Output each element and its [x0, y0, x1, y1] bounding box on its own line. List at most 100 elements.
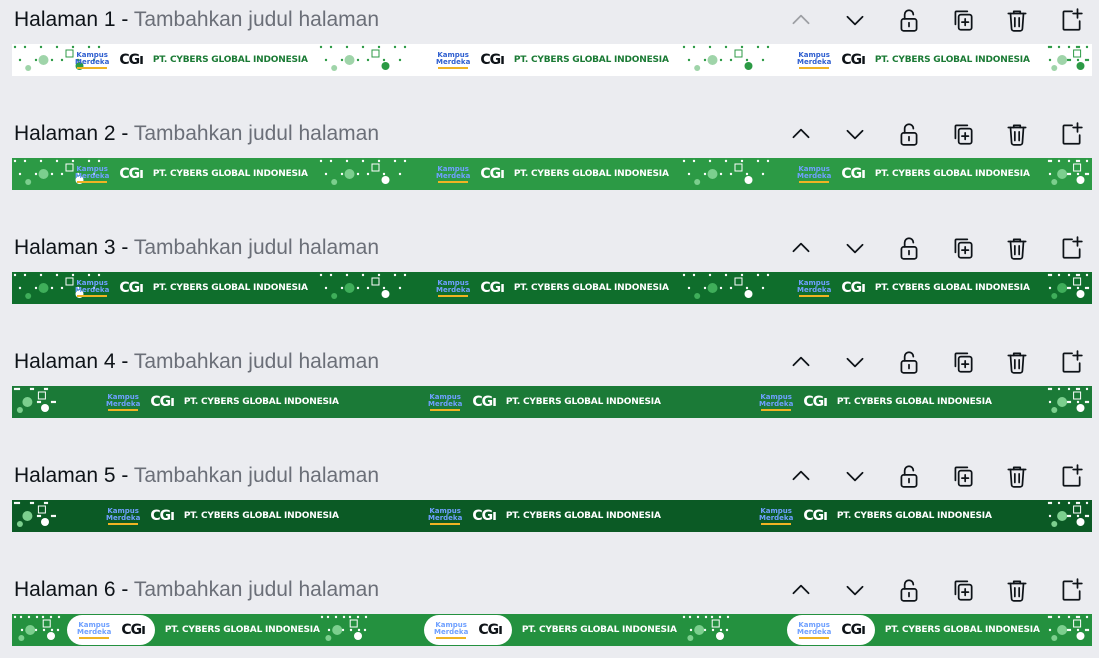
cgi-logo: CGı — [119, 166, 144, 182]
page-title-placeholder[interactable]: Tambahkan judul halaman — [134, 236, 379, 259]
kampus-merdeka-logo: Kampus Merdeka — [428, 393, 462, 411]
page-title[interactable]: Halaman 3 - Tambahkan judul halaman — [14, 234, 379, 262]
chevron-up-icon — [788, 121, 814, 147]
decoration-graphic — [1046, 614, 1092, 646]
company-name: PT. CYBERS GLOBAL INDONESIA — [513, 55, 669, 65]
page-title[interactable]: Halaman 5 - Tambahkan judul halaman — [14, 462, 379, 490]
brand-segment: Kampus Merdeka CGı PT. CYBERS GLOBAL INDONE… — [759, 386, 992, 418]
move-page-down-button[interactable] — [837, 458, 873, 494]
kampus-merdeka-logo: Kampus Merdeka — [436, 51, 470, 69]
company-name: PT. CYBERS GLOBAL INDONESIA — [513, 283, 669, 293]
add-page-button[interactable] — [1053, 572, 1089, 608]
page-header: Halaman 1 - Tambahkan judul halaman — [0, 0, 1099, 40]
page-title-placeholder[interactable]: Tambahkan judul halaman — [134, 122, 379, 145]
kampus-merdeka-logo: Kampus Merdeka — [77, 621, 111, 639]
kampus-merdeka-logo: Kampus Merdeka — [75, 51, 109, 69]
company-name: PT. CYBERS GLOBAL INDONESIA — [152, 169, 308, 179]
duplicate-page-button[interactable] — [945, 116, 981, 152]
duplicate-page-button[interactable] — [945, 572, 981, 608]
lock-page-button[interactable] — [891, 116, 927, 152]
page-title[interactable]: Halaman 2 - Tambahkan judul halaman — [14, 120, 379, 148]
add-page-icon — [1058, 121, 1084, 147]
cgi-logo: CGı — [121, 622, 146, 638]
move-page-down-button[interactable] — [837, 230, 873, 266]
chevron-up-icon — [788, 577, 814, 603]
brand-segment: Kampus Merdeka CGı PT. CYBERS GLOBAL INDONE… — [75, 158, 308, 190]
page-title-placeholder[interactable]: Tambahkan judul halaman — [134, 8, 379, 31]
company-name: PT. CYBERS GLOBAL INDONESIA — [874, 169, 1030, 179]
decoration-graphic — [318, 272, 408, 304]
brand-segment: Kampus Merdeka CGı PT. CYBERS GLOBAL INDONE… — [436, 44, 669, 76]
delete-page-button[interactable] — [999, 458, 1035, 494]
lock-page-button[interactable] — [891, 230, 927, 266]
delete-page-button[interactable] — [999, 2, 1035, 38]
page-title[interactable]: Halaman 4 - Tambahkan judul halaman — [14, 348, 379, 376]
decoration-graphic — [12, 614, 68, 646]
lock-page-button[interactable] — [891, 572, 927, 608]
brand-segment: Kampus Merdeka CGı PT. CYBERS GLOBAL INDONE… — [67, 614, 320, 646]
page-title-placeholder[interactable]: Tambahkan judul halaman — [134, 350, 379, 373]
kampus-merdeka-logo: Kampus Merdeka — [797, 165, 831, 183]
delete-page-button[interactable] — [999, 116, 1035, 152]
lock-page-button[interactable] — [891, 458, 927, 494]
move-page-up-button[interactable] — [783, 344, 819, 380]
duplicate-page-button[interactable] — [945, 230, 981, 266]
page-thumbnail-banner[interactable]: Kampus Merdeka CGı PT. CYBERS GLOBAL INDONE… — [12, 386, 1092, 418]
page-title-placeholder[interactable]: Tambahkan judul halaman — [134, 578, 379, 601]
cgi-logo: CGı — [150, 394, 175, 410]
add-page-button[interactable] — [1053, 458, 1089, 494]
move-page-down-button[interactable] — [837, 116, 873, 152]
move-page-down-button[interactable] — [837, 572, 873, 608]
cgi-logo: CGı — [841, 52, 866, 68]
move-page-up-button[interactable] — [783, 572, 819, 608]
move-page-down-button[interactable] — [837, 2, 873, 38]
move-page-up-button[interactable] — [783, 458, 819, 494]
page-title-placeholder[interactable]: Tambahkan judul halaman — [134, 464, 379, 487]
lock-page-button[interactable] — [891, 344, 927, 380]
chevron-up-icon — [788, 7, 814, 33]
page-title-separator: - — [121, 236, 129, 259]
decoration-graphic — [12, 500, 58, 532]
cgi-logo: CGı — [119, 280, 144, 296]
page-number: Halaman 2 — [14, 122, 116, 145]
brand-segment: Kampus Merdeka CGı PT. CYBERS GLOBAL INDONE… — [75, 44, 308, 76]
move-page-up-button[interactable] — [783, 116, 819, 152]
page-thumbnail-banner[interactable]: Kampus Merdeka CGı PT. CYBERS GLOBAL INDONE… — [12, 614, 1092, 646]
move-page-up-button[interactable] — [783, 230, 819, 266]
cgi-logo: CGı — [841, 622, 866, 638]
page-thumbnail-banner[interactable]: Kampus Merdeka CGı PT. CYBERS GLOBAL INDONE… — [12, 500, 1092, 532]
company-name: PT. CYBERS GLOBAL INDONESIA — [874, 55, 1030, 65]
delete-page-button[interactable] — [999, 344, 1035, 380]
lock-page-button[interactable] — [891, 2, 927, 38]
lock-icon — [896, 463, 922, 489]
company-name: PT. CYBERS GLOBAL INDONESIA — [874, 283, 1030, 293]
page-title[interactable]: Halaman 1 - Tambahkan judul halaman — [14, 6, 379, 34]
decoration-graphic — [681, 158, 771, 190]
add-page-button[interactable] — [1053, 230, 1089, 266]
page-thumbnail-banner[interactable]: Kampus Merdeka CGı PT. CYBERS GLOBAL INDONE… — [12, 158, 1092, 190]
lock-icon — [896, 121, 922, 147]
brand-segment: Kampus Merdeka CGı PT. CYBERS GLOBAL INDONE… — [106, 386, 339, 418]
add-page-button[interactable] — [1053, 116, 1089, 152]
delete-page-button[interactable] — [999, 230, 1035, 266]
page-thumbnail-banner[interactable]: Kampus Merdeka CGı PT. CYBERS GLOBAL INDONE… — [12, 272, 1092, 304]
duplicate-page-button[interactable] — [945, 458, 981, 494]
page-thumbnail-banner[interactable]: Kampus Merdeka CGı PT. CYBERS GLOBAL INDONE… — [12, 44, 1092, 76]
brand-segment: Kampus Merdeka CGı PT. CYBERS GLOBAL INDONE… — [759, 500, 992, 532]
add-page-button[interactable] — [1053, 344, 1089, 380]
decoration-graphic — [681, 614, 737, 646]
add-page-button[interactable] — [1053, 2, 1089, 38]
kampus-merdeka-logo: Kampus Merdeka — [434, 621, 468, 639]
logo-pill: Kampus Merdeka CGı — [787, 615, 875, 645]
page-header: Halaman 4 - Tambahkan judul halaman — [0, 342, 1099, 382]
add-page-icon — [1058, 577, 1084, 603]
page-title[interactable]: Halaman 6 - Tambahkan judul halaman — [14, 576, 379, 604]
delete-page-button[interactable] — [999, 572, 1035, 608]
move-page-up-button[interactable] — [783, 2, 819, 38]
kampus-merdeka-logo: Kampus Merdeka — [436, 279, 470, 297]
trash-icon — [1004, 7, 1030, 33]
duplicate-page-button[interactable] — [945, 2, 981, 38]
duplicate-page-button[interactable] — [945, 344, 981, 380]
move-page-down-button[interactable] — [837, 344, 873, 380]
decoration-graphic — [681, 44, 771, 76]
